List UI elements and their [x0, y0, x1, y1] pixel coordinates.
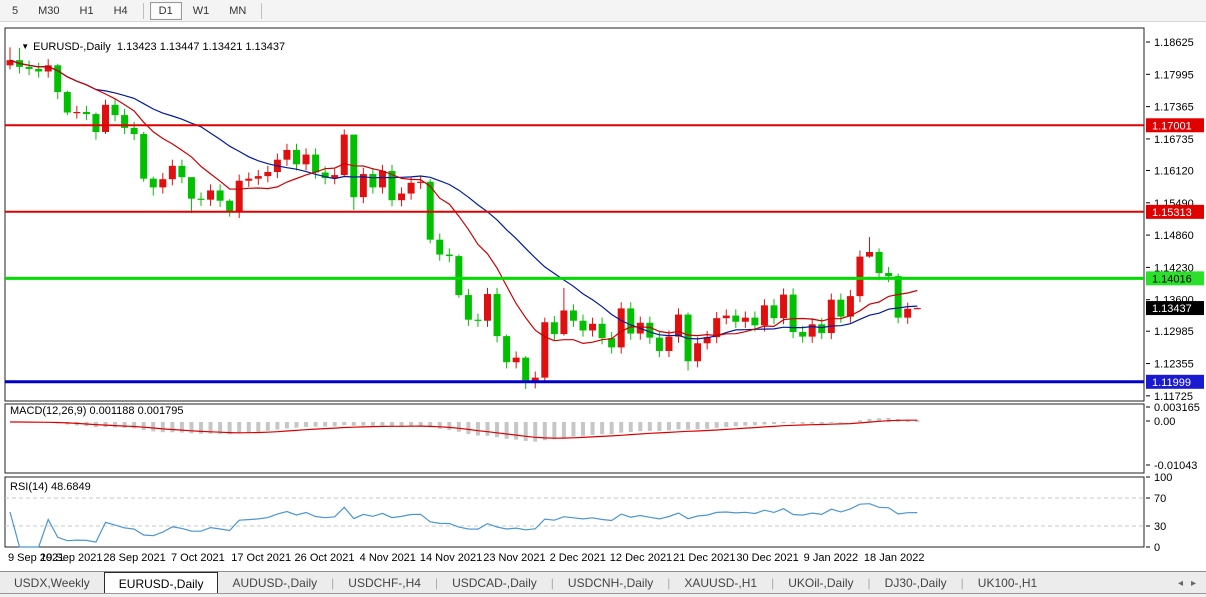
timeframe-button-h4[interactable]: H4: [105, 2, 137, 20]
tab-scroll-arrows: ◂▸: [1178, 572, 1206, 594]
tab-usdchf-h4[interactable]: USDCHF-,H4: [334, 572, 435, 594]
svg-text:1.17001: 1.17001: [1152, 120, 1192, 132]
chart-canvas[interactable]: 1.186251.179951.173651.167351.161201.154…: [0, 24, 1206, 570]
svg-text:1.16120: 1.16120: [1154, 165, 1194, 177]
timeframe-button-mn[interactable]: MN: [220, 2, 255, 20]
toolbar-divider: [261, 3, 262, 19]
timeframe-button-h1[interactable]: H1: [71, 2, 103, 20]
chart-ohlc-values: 1.13423 1.13447 1.13421 1.13437: [117, 41, 285, 53]
macd-axis: 0.003165 0.00 -0.01043: [1146, 402, 1200, 472]
svg-text:17 Oct 2021: 17 Oct 2021: [231, 552, 291, 564]
tab-ukoil-daily[interactable]: UKOil-,Daily: [774, 572, 867, 594]
tab-usdx-weekly[interactable]: USDX,Weekly: [0, 572, 104, 594]
rsi-axis: 100 70 30 0: [1146, 472, 1172, 554]
svg-text:14 Nov 2021: 14 Nov 2021: [420, 552, 482, 564]
chevron-down-icon[interactable]: ▼: [21, 42, 29, 51]
svg-text:12 Dec 2021: 12 Dec 2021: [610, 552, 672, 564]
timeframe-button-m30[interactable]: M30: [29, 2, 68, 20]
chart-title: ▼ EURUSD-,Daily 1.13423 1.13447 1.13421 1…: [9, 29, 285, 65]
svg-text:21 Dec 2021: 21 Dec 2021: [673, 552, 735, 564]
svg-text:1.18625: 1.18625: [1154, 37, 1194, 49]
trading-terminal-window: 5M30H1H4 D1W1MN 1.18625 1.17995 1.17365 1.16…: [0, 0, 1206, 597]
svg-text:23 Nov 2021: 23 Nov 2021: [483, 552, 545, 564]
svg-text:1.17995: 1.17995: [1154, 69, 1194, 81]
svg-text:30: 30: [1154, 521, 1166, 533]
svg-text:2 Dec 2021: 2 Dec 2021: [550, 552, 606, 564]
svg-text:70: 70: [1154, 493, 1166, 505]
chart-symbol-period: EURUSD-,Daily: [33, 41, 111, 53]
price-axis: 1.186251.179951.173651.167351.161201.154…: [1146, 37, 1194, 403]
tab-uk100-h1[interactable]: UK100-,H1: [964, 572, 1051, 594]
svg-text:1.14016: 1.14016: [1152, 273, 1192, 285]
svg-text:18 Jan 2022: 18 Jan 2022: [864, 552, 925, 564]
toolbar-divider: [143, 3, 144, 19]
svg-text:-0.01043: -0.01043: [1154, 460, 1197, 472]
date-axis: 9 Sep 202119 Sep 202128 Sep 20217 Oct 20…: [8, 552, 924, 564]
svg-text:1.16735: 1.16735: [1154, 134, 1194, 146]
price-badge-layer: 1.17001 1.15313 1.14016 1.13437 1.11999: [1146, 118, 1204, 389]
tab-scroll-right-button[interactable]: ▸: [1191, 578, 1196, 589]
svg-text:0.003165: 0.003165: [1154, 402, 1200, 414]
svg-text:9 Jan 2022: 9 Jan 2022: [804, 552, 858, 564]
svg-text:1.12985: 1.12985: [1154, 326, 1194, 338]
svg-text:1.14860: 1.14860: [1154, 230, 1194, 242]
rsi-indicator-label: RSI(14) 48.6849: [10, 481, 91, 493]
svg-text:100: 100: [1154, 472, 1172, 484]
svg-text:1.15313: 1.15313: [1152, 207, 1192, 219]
svg-text:1.13437: 1.13437: [1152, 303, 1192, 315]
timeframe-button-5[interactable]: 5: [3, 2, 27, 20]
timeframe-toolbar: 5M30H1H4 D1W1MN: [0, 0, 1206, 22]
svg-text:1.11999: 1.11999: [1152, 377, 1191, 389]
svg-text:19 Sep 2021: 19 Sep 2021: [40, 552, 102, 564]
tab-dj30-daily[interactable]: DJ30-,Daily: [871, 572, 961, 594]
svg-text:1.17365: 1.17365: [1154, 102, 1194, 114]
svg-text:28 Sep 2021: 28 Sep 2021: [103, 552, 165, 564]
svg-text:0.00: 0.00: [1154, 416, 1175, 428]
chart-tab-bar: USDX,WeeklyEURUSD-,DailyAUDUSD-,Daily|US…: [0, 571, 1206, 594]
tab-eurusd-daily[interactable]: EURUSD-,Daily: [104, 572, 219, 594]
tab-usdcnh-daily[interactable]: USDCNH-,Daily: [554, 572, 667, 594]
svg-text:30 Dec 2021: 30 Dec 2021: [736, 552, 798, 564]
svg-text:7 Oct 2021: 7 Oct 2021: [171, 552, 225, 564]
timeframe-button-w1[interactable]: W1: [184, 2, 219, 20]
tab-audusd-daily[interactable]: AUDUSD-,Daily: [218, 572, 331, 594]
tab-usdcad-daily[interactable]: USDCAD-,Daily: [438, 572, 551, 594]
macd-indicator-label: MACD(12,26,9) 0.001188 0.001795: [10, 405, 183, 417]
tab-scroll-left-button[interactable]: ◂: [1178, 578, 1183, 589]
timeframe-button-d1[interactable]: D1: [150, 2, 182, 20]
svg-text:4 Nov 2021: 4 Nov 2021: [360, 552, 416, 564]
svg-text:0: 0: [1154, 542, 1160, 554]
window-bottom-edge: [0, 593, 1206, 597]
svg-text:1.12355: 1.12355: [1154, 359, 1194, 371]
tab-xauusd-h1[interactable]: XAUUSD-,H1: [670, 572, 771, 594]
svg-text:26 Oct 2021: 26 Oct 2021: [295, 552, 355, 564]
